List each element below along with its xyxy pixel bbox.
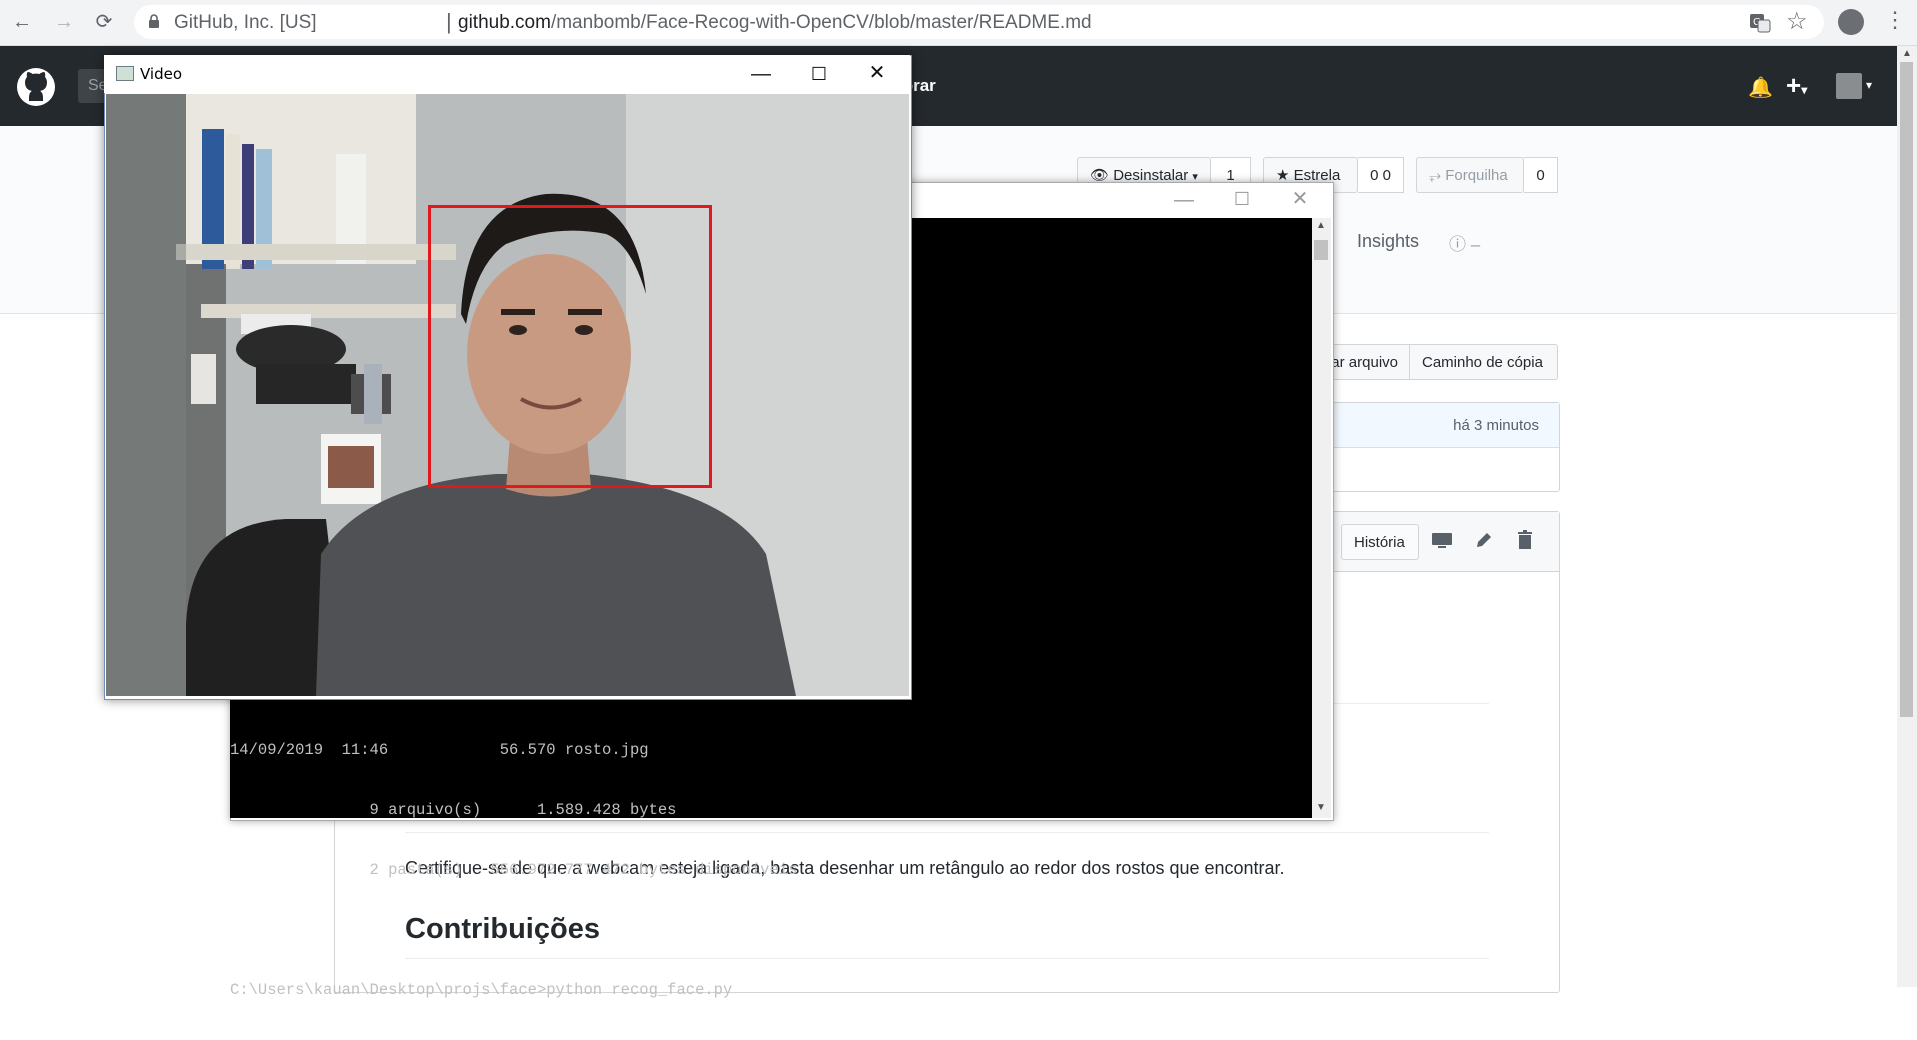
url-path: /manbomb/Face-Recog-with-OpenCV/blob/mas… <box>550 12 1092 33</box>
address-bar[interactable]: GitHub, Inc. [US] | github.com/manbomb/F… <box>134 5 1824 39</box>
info-icon[interactable]: ⓘ – <box>1449 230 1480 255</box>
commit-time: há 3 minutos <box>1453 417 1539 434</box>
back-icon[interactable]: ← <box>10 10 34 34</box>
video-minimize-icon[interactable]: — <box>746 64 776 84</box>
forward-icon[interactable]: → <box>52 10 76 34</box>
scroll-up-arrow-icon[interactable]: ▲ <box>1902 48 1912 59</box>
console-output: 14/09/2019 11:46 56.570 rosto.jpg 9 arqu… <box>230 700 797 1040</box>
scroll-down-arrow-icon[interactable]: ▼ <box>1316 802 1326 813</box>
console-line: 14/09/2019 11:46 56.570 rosto.jpg <box>230 741 649 759</box>
menu-icon[interactable]: ⋮ <box>1884 7 1906 33</box>
chevron-down-icon[interactable]: ▾ <box>1866 78 1872 92</box>
user-avatar[interactable] <box>1836 73 1862 99</box>
github-logo-icon[interactable] <box>16 67 56 107</box>
star-icon[interactable]: ☆ <box>1786 7 1808 36</box>
create-new-plus-icon[interactable]: +▾ <box>1786 70 1807 101</box>
app-icon <box>116 66 134 81</box>
webcam-frame <box>106 94 909 696</box>
trash-icon[interactable] <box>1516 529 1534 551</box>
url-domain: github.com <box>458 12 551 33</box>
cmd-scrollbar[interactable]: ▲ ▼ <box>1312 218 1331 818</box>
cmd-scrollbar-thumb[interactable] <box>1314 240 1328 260</box>
browser-toolbar: ← → ⟳ GitHub, Inc. [US] | github.com/man… <box>0 0 1917 46</box>
fork-icon: ⥅ <box>1429 167 1442 184</box>
video-close-icon[interactable]: ✕ <box>862 63 892 83</box>
video-window-title: Video <box>140 65 183 83</box>
desktop-icon[interactable] <box>1431 531 1453 551</box>
video-maximize-icon[interactable]: ☐ <box>804 64 834 84</box>
star-count[interactable]: 0 0 <box>1358 157 1404 193</box>
page-scrollbar-thumb[interactable] <box>1900 62 1913 717</box>
copy-path-button[interactable]: Caminho de cópia <box>1409 344 1558 380</box>
notifications-bell-icon[interactable]: 🔔 <box>1748 75 1773 100</box>
tab-insights[interactable]: Insights <box>1357 231 1419 252</box>
fork-count[interactable]: 0 <box>1524 157 1558 193</box>
console-line: 9 arquivo(s) 1.589.428 bytes <box>230 801 677 819</box>
history-button[interactable]: História <box>1341 524 1419 560</box>
video-titlebar[interactable]: Video — ☐ ✕ <box>104 55 910 93</box>
console-line: 2 pasta(s) 556.972.777.472 bytes disponí… <box>230 861 798 879</box>
profile-avatar[interactable] <box>1838 9 1864 35</box>
site-identity: GitHub, Inc. [US] <box>174 12 317 33</box>
cmd-maximize-icon[interactable]: ☐ <box>1227 189 1257 209</box>
identity-separator: | <box>446 9 452 34</box>
reload-icon[interactable]: ⟳ <box>92 10 116 34</box>
lock-icon <box>149 14 159 28</box>
fork-button-label: Forquilha <box>1445 167 1508 184</box>
pencil-icon[interactable] <box>1474 530 1494 550</box>
cmd-minimize-icon[interactable]: — <box>1169 190 1199 210</box>
url-text: github.com/manbomb/Face-Recog-with-OpenC… <box>458 12 1092 34</box>
fork-button[interactable]: ⥅ Forquilha <box>1416 157 1524 193</box>
face-detection-box <box>428 205 712 488</box>
console-line: C:\Users\kauan\Desktop\projs\face>python… <box>230 981 733 999</box>
cmd-close-icon[interactable]: ✕ <box>1285 189 1315 209</box>
scroll-up-arrow-icon[interactable]: ▲ <box>1316 220 1326 231</box>
translate-icon[interactable]: G <box>1748 11 1772 35</box>
